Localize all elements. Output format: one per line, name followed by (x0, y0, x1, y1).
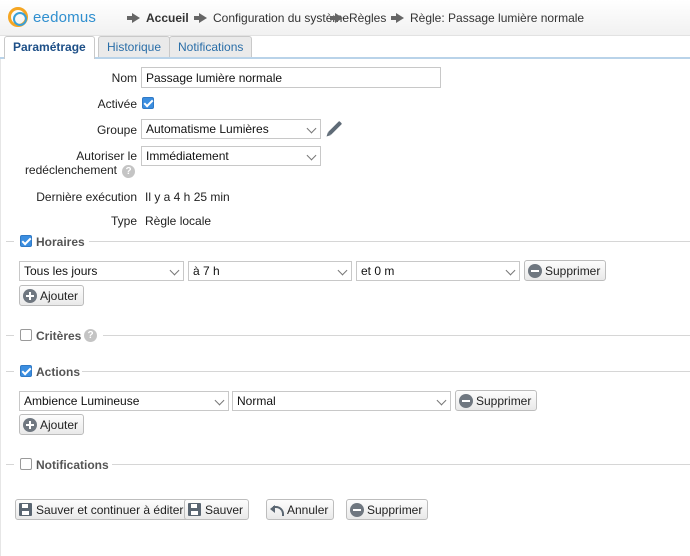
autoriser-label-line2: redéclenchement (24, 163, 117, 177)
type-label: Type (110, 214, 137, 228)
nom-label: Nom (111, 71, 137, 85)
save-icon (188, 503, 201, 516)
chevron-down-icon (337, 265, 348, 276)
actions-device-select[interactable]: Ambience Lumineuse (19, 391, 229, 411)
plus-circle-icon (23, 417, 37, 432)
tab-bar: Paramétrage Historique Notifications (0, 36, 690, 59)
save-label: Sauver (205, 502, 244, 517)
save-continue-label: Sauver et continuer à éditer (36, 502, 184, 517)
section-line (6, 335, 14, 336)
autoriser-value: Immédiatement (146, 149, 229, 163)
horaires-minute-select[interactable]: et 0 m (356, 261, 520, 281)
section-line (82, 371, 690, 372)
horaires-minute-value: et 0 m (361, 264, 395, 278)
horaires-add-button[interactable]: Ajouter (19, 285, 85, 306)
chevron-down-icon (505, 265, 516, 276)
breadcrumb-configuration[interactable]: Configuration du système (191, 11, 349, 25)
section-line (103, 335, 690, 336)
section-line (112, 464, 690, 465)
horaires-day-value: Tous les jours (24, 264, 98, 278)
delete-button[interactable]: Supprimer (346, 499, 429, 520)
nom-input[interactable]: Passage lumière normale (141, 67, 441, 88)
actions-device-value: Ambience Lumineuse (24, 394, 140, 408)
type-value: Règle locale (145, 214, 212, 228)
chevron-down-icon (214, 395, 225, 406)
autoriser-select[interactable]: Immédiatement (141, 146, 321, 166)
autoriser-label-line1: Autoriser le (76, 149, 137, 163)
groupe-label: Groupe (96, 123, 137, 137)
help-icon[interactable]: ? (84, 329, 97, 342)
horaires-checkbox[interactable] (20, 235, 32, 247)
derniere-execution-label: Dernière exécution (36, 190, 137, 204)
save-button[interactable]: Sauver (184, 499, 250, 520)
actions-add-label: Ajouter (40, 417, 79, 432)
criteres-checkbox[interactable] (20, 329, 32, 341)
plus-circle-icon (23, 288, 37, 303)
groupe-value: Automatisme Lumières (146, 122, 269, 136)
breadcrumb-arrow-icon (330, 13, 343, 23)
tab-parametrage[interactable]: Paramétrage (4, 36, 95, 59)
breadcrumb-label: Accueil (146, 11, 189, 25)
breadcrumb-arrow-icon (127, 13, 140, 23)
minus-circle-icon (528, 263, 542, 278)
horaires-delete-label: Supprimer (545, 263, 601, 278)
notifications-title: Notifications (36, 458, 109, 472)
top-header: eedomus Accueil Configuration du système… (0, 0, 690, 36)
actions-delete-button[interactable]: Supprimer (455, 390, 538, 411)
breadcrumb-label: Règle: Passage lumière normale (410, 11, 585, 25)
eedomus-logo[interactable]: eedomus (8, 7, 96, 27)
breadcrumb-accueil[interactable]: Accueil (124, 11, 189, 25)
minus-circle-icon (459, 393, 473, 408)
logo-text: eedomus (33, 8, 97, 26)
logo-icon (8, 7, 28, 27)
actions-delete-label: Supprimer (476, 393, 532, 408)
horaires-hour-value: à 7 h (193, 264, 220, 278)
help-icon[interactable]: ? (122, 165, 135, 178)
tab-notifications[interactable]: Notifications (169, 36, 253, 58)
notifications-checkbox[interactable] (20, 458, 32, 470)
undo-icon (270, 504, 284, 516)
breadcrumb-regles[interactable]: Règles (327, 11, 386, 25)
horaires-add-label: Ajouter (40, 288, 79, 303)
criteres-title: Critères (36, 329, 82, 343)
actions-title: Actions (36, 365, 81, 379)
horaires-delete-button[interactable]: Supprimer (524, 260, 607, 281)
tab-historique[interactable]: Historique (98, 36, 171, 58)
activee-label: Activée (97, 97, 137, 111)
breadcrumb-current: Règle: Passage lumière normale (388, 11, 584, 25)
actions-value-value: Normal (237, 394, 276, 408)
horaires-day-select[interactable]: Tous les jours (19, 261, 184, 281)
cancel-button[interactable]: Annuler (266, 499, 335, 520)
horaires-title: Horaires (36, 235, 85, 249)
chevron-down-icon (306, 150, 317, 161)
chevron-down-icon (306, 123, 317, 134)
breadcrumb-label: Règles (349, 11, 387, 25)
save-icon (19, 503, 32, 516)
breadcrumb-arrow-icon (391, 13, 404, 23)
actions-add-button[interactable]: Ajouter (19, 414, 85, 435)
activee-checkbox[interactable] (142, 97, 154, 109)
cancel-label: Annuler (287, 502, 329, 517)
delete-label: Supprimer (367, 502, 423, 517)
actions-checkbox[interactable] (20, 365, 32, 377)
section-line (89, 241, 690, 242)
groupe-select[interactable]: Automatisme Lumières (141, 119, 321, 139)
chevron-down-icon (169, 265, 180, 276)
section-line (6, 464, 14, 465)
section-line (6, 371, 14, 372)
horaires-hour-select[interactable]: à 7 h (188, 261, 352, 281)
section-line (6, 241, 14, 242)
minus-circle-icon (350, 502, 364, 517)
save-continue-button[interactable]: Sauver et continuer à éditer (15, 499, 190, 520)
derniere-execution-value: Il y a 4 h 25 min (145, 190, 230, 204)
chevron-down-icon (436, 395, 447, 406)
actions-value-select[interactable]: Normal (232, 391, 451, 411)
breadcrumb-arrow-icon (194, 13, 207, 23)
